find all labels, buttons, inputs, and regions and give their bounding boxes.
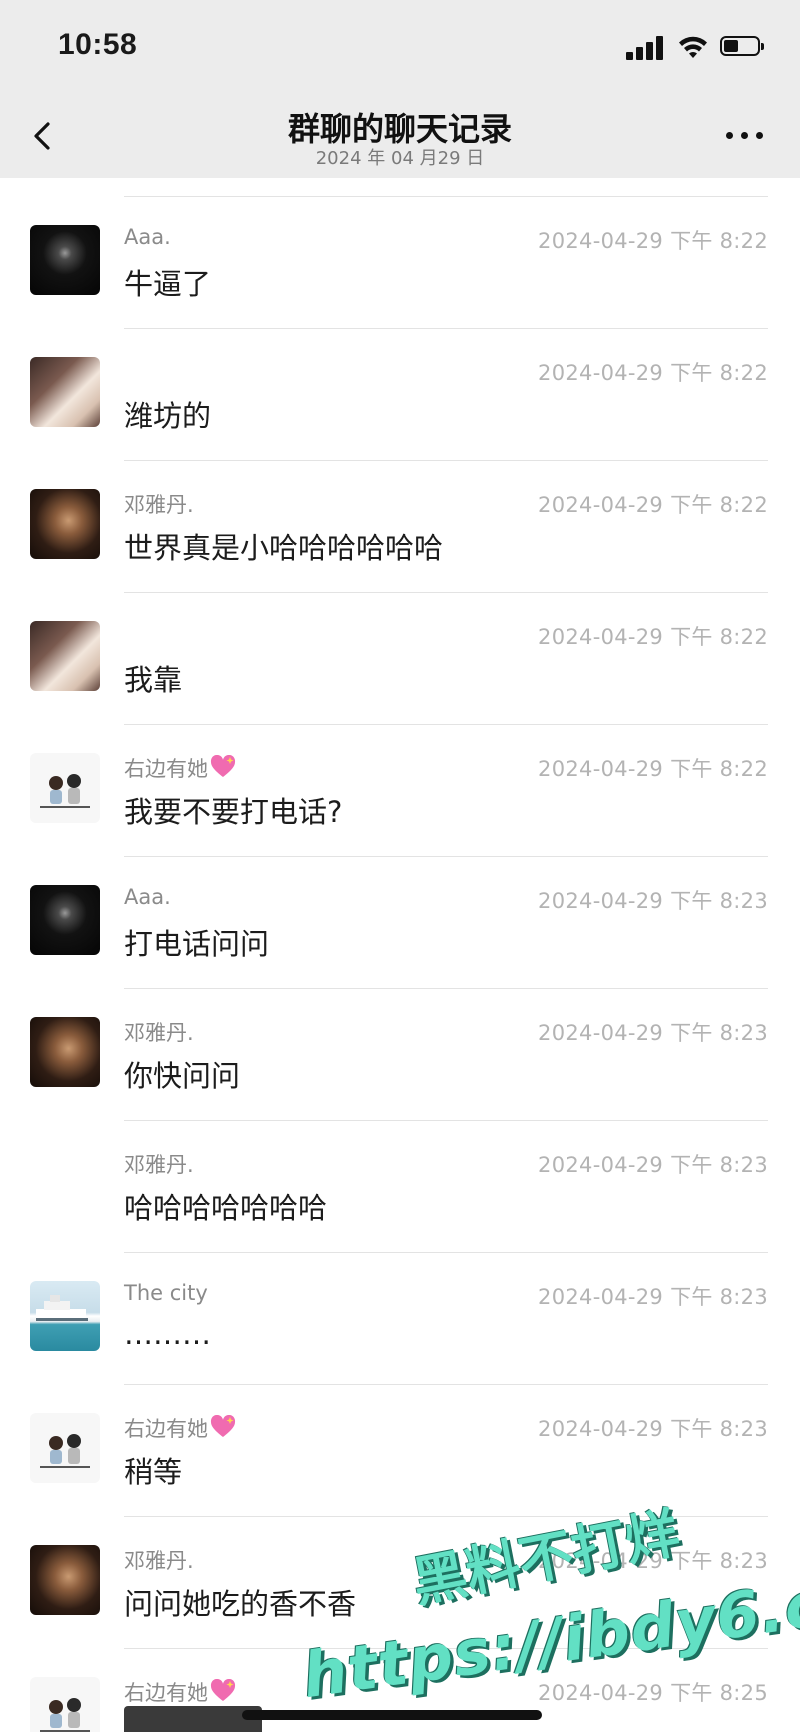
sender-name: 邓雅丹. bbox=[124, 1549, 194, 1573]
sparkling-heart-icon bbox=[210, 1679, 236, 1701]
message-time: 2024-04-29 下午 8:25 bbox=[538, 1681, 768, 1705]
avatar[interactable] bbox=[30, 225, 100, 295]
message-time: 2024-04-29 下午 8:23 bbox=[538, 1021, 768, 1045]
message-text: 你快问问 bbox=[124, 1059, 241, 1093]
sender-name: 右边有她 bbox=[124, 753, 236, 783]
sender-name: 邓雅丹. bbox=[124, 1153, 194, 1177]
sender-name: Aaa. bbox=[124, 885, 171, 909]
avatar[interactable] bbox=[30, 1281, 100, 1351]
avatar[interactable] bbox=[30, 1017, 100, 1087]
avatar[interactable] bbox=[30, 753, 100, 823]
ship-icon bbox=[36, 1295, 88, 1321]
chat-record-list[interactable]: Aaa. 2024-04-29 下午 8:22 牛逼了 2024-04-29 下… bbox=[0, 178, 800, 1732]
message-text: 我要不要打电话? bbox=[124, 795, 343, 829]
message-text: ……… bbox=[124, 1317, 211, 1351]
message-item[interactable]: 邓雅丹. 2024-04-29 下午 8:23 哈哈哈哈哈哈哈 bbox=[0, 1121, 800, 1253]
message-text: 潍坊的 bbox=[124, 399, 212, 433]
avatar[interactable] bbox=[30, 1545, 100, 1615]
message-text: 问问她吃的香不香 bbox=[124, 1587, 357, 1621]
status-bar: 10:58 bbox=[0, 0, 800, 96]
message-time: 2024-04-29 下午 8:23 bbox=[538, 1153, 768, 1177]
signal-icon bbox=[626, 36, 664, 60]
message-item[interactable]: 右边有她 2024-04-29 下午 8:23 稍等 bbox=[0, 1385, 800, 1517]
message-item[interactable]: 右边有她 2024-04-29 下午 8:22 我要不要打电话? bbox=[0, 725, 800, 857]
message-text: 打电话问问 bbox=[124, 927, 270, 961]
sender-name: 邓雅丹. bbox=[124, 1021, 194, 1045]
image-message-preview[interactable] bbox=[124, 1706, 262, 1732]
message-time: 2024-04-29 下午 8:22 bbox=[538, 625, 768, 649]
nav-bar: 群聊的聊天记录 2024 年 04 月29 日 bbox=[0, 96, 800, 178]
message-item[interactable]: The city 2024-04-29 下午 8:23 ……… bbox=[0, 1253, 800, 1385]
couple-cartoon-icon bbox=[40, 1698, 90, 1732]
message-time: 2024-04-29 下午 8:22 bbox=[538, 361, 768, 385]
message-text: 稍等 bbox=[124, 1455, 183, 1489]
message-item[interactable]: 邓雅丹. 2024-04-29 下午 8:22 世界真是小哈哈哈哈哈哈 bbox=[0, 461, 800, 593]
message-text: 我靠 bbox=[124, 663, 183, 697]
sender-name: 右边有她 bbox=[124, 1677, 236, 1707]
message-text: 哈哈哈哈哈哈哈 bbox=[124, 1191, 328, 1225]
message-time: 2024-04-29 下午 8:22 bbox=[538, 493, 768, 517]
sender-name: 右边有她 bbox=[124, 1413, 236, 1443]
message-text: 世界真是小哈哈哈哈哈哈 bbox=[124, 531, 444, 565]
message-time: 2024-04-29 下午 8:23 bbox=[538, 889, 768, 913]
couple-cartoon-icon bbox=[40, 1434, 90, 1468]
sender-name: The city bbox=[124, 1281, 208, 1305]
sparkling-heart-icon bbox=[210, 1415, 236, 1437]
message-item[interactable]: 2024-04-29 下午 8:22 潍坊的 bbox=[0, 329, 800, 461]
page-subtitle-date: 2024 年 04 月29 日 bbox=[315, 148, 485, 169]
battery-icon bbox=[720, 36, 764, 56]
avatar[interactable] bbox=[30, 357, 100, 427]
message-text: 牛逼了 bbox=[124, 267, 212, 301]
status-time: 10:58 bbox=[58, 28, 138, 61]
more-dots-icon[interactable] bbox=[726, 126, 766, 146]
sparkling-heart-icon bbox=[210, 755, 236, 777]
avatar[interactable] bbox=[30, 621, 100, 691]
sender-name: Aaa. bbox=[124, 225, 171, 249]
message-item[interactable]: Aaa. 2024-04-29 下午 8:23 打电话问问 bbox=[0, 857, 800, 989]
message-time: 2024-04-29 下午 8:23 bbox=[538, 1285, 768, 1309]
sender-name: 邓雅丹. bbox=[124, 493, 194, 517]
avatar[interactable] bbox=[30, 489, 100, 559]
avatar[interactable] bbox=[30, 1413, 100, 1483]
home-indicator[interactable] bbox=[242, 1710, 542, 1720]
couple-cartoon-icon bbox=[40, 774, 90, 808]
message-time: 2024-04-29 下午 8:23 bbox=[538, 1417, 768, 1441]
wifi-icon bbox=[679, 36, 707, 58]
message-item[interactable]: 2024-04-29 下午 8:22 我靠 bbox=[0, 593, 800, 725]
message-time: 2024-04-29 下午 8:22 bbox=[538, 757, 768, 781]
message-time: 2024-04-29 下午 8:22 bbox=[538, 229, 768, 253]
avatar[interactable] bbox=[30, 1677, 100, 1732]
message-item[interactable]: 邓雅丹. 2024-04-29 下午 8:23 你快问问 bbox=[0, 989, 800, 1121]
status-icons bbox=[626, 34, 766, 62]
avatar[interactable] bbox=[30, 885, 100, 955]
message-item[interactable]: Aaa. 2024-04-29 下午 8:22 牛逼了 bbox=[0, 197, 800, 329]
